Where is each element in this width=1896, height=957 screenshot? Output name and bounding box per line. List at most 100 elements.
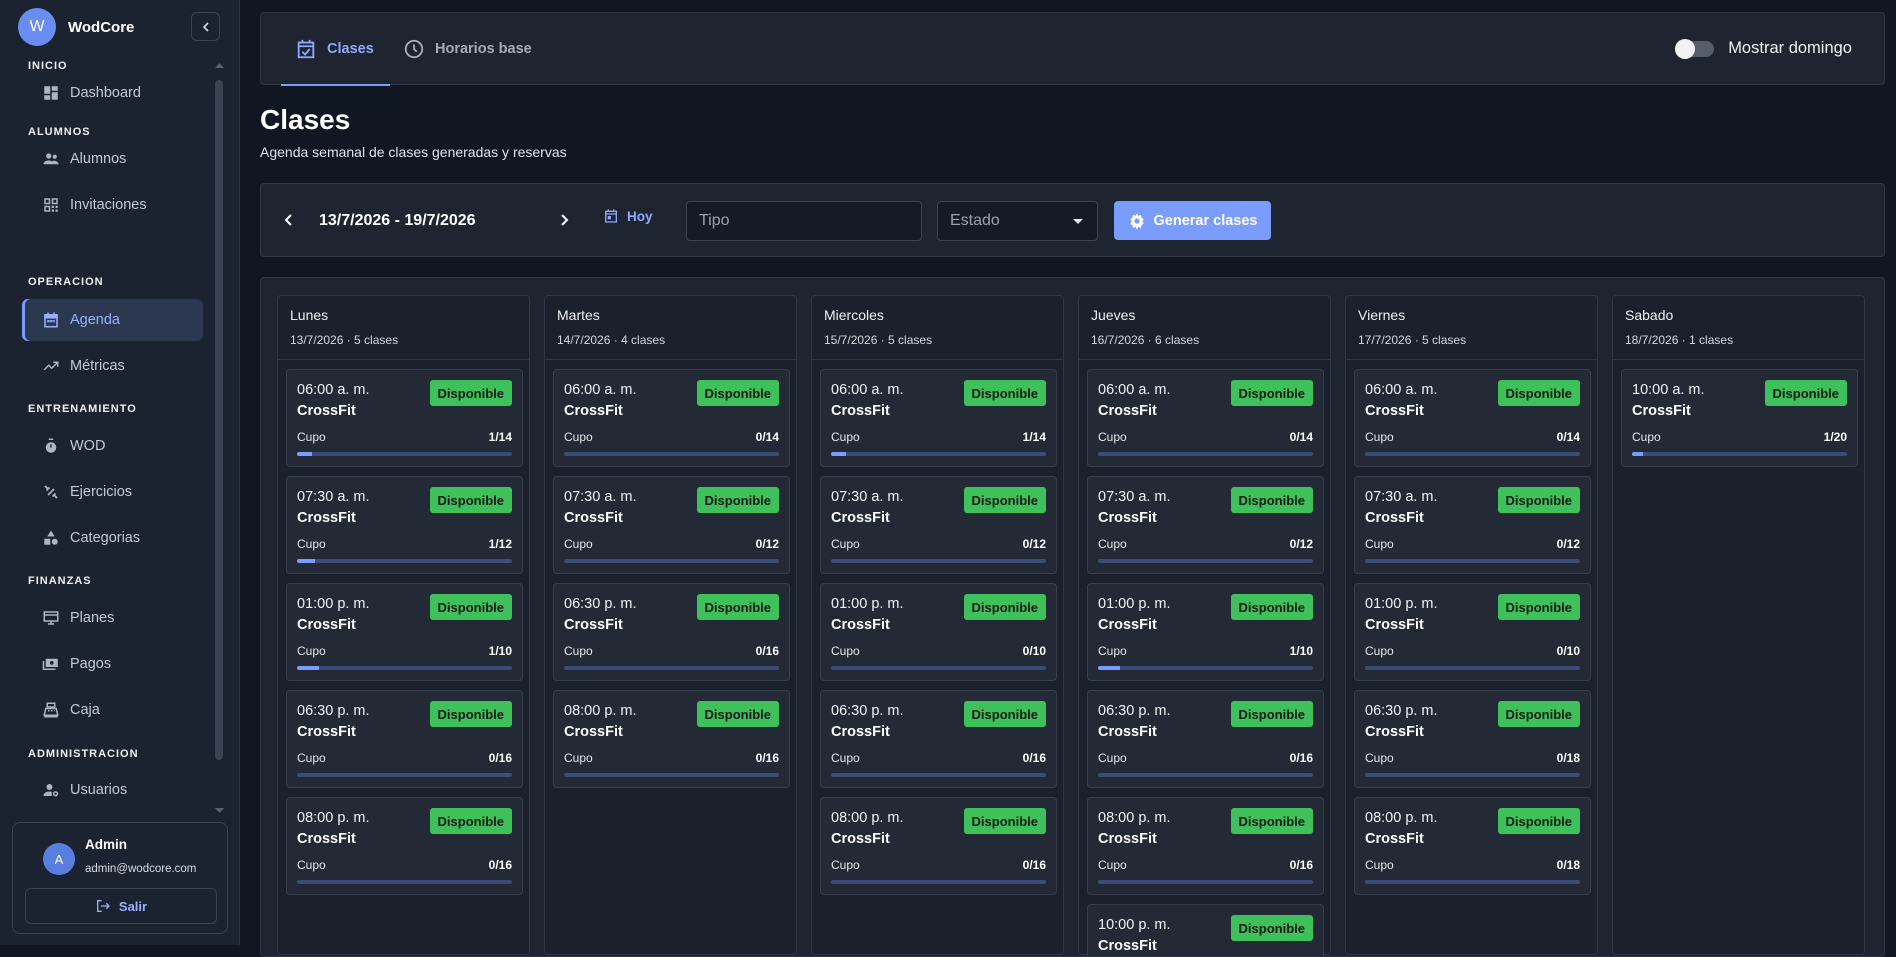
class-card[interactable]: 06:30 p. m. CrossFit Disponible Cupo 0/16: [553, 583, 790, 681]
day-meta: 18/7/2026 · 1 clases: [1625, 333, 1734, 347]
class-time: 08:00 p. m.: [831, 810, 904, 826]
class-type: CrossFit: [1098, 510, 1157, 526]
class-type: CrossFit: [1365, 617, 1424, 633]
class-card[interactable]: 10:00 p. m.CrossFitDisponibleCupo0/16: [1087, 904, 1324, 956]
class-type: CrossFit: [1632, 403, 1691, 419]
class-card[interactable]: 06:00 a. m. CrossFit Disponible Cupo 1/14: [286, 369, 523, 467]
class-card[interactable]: 07:30 a. m. CrossFit Disponible Cupo 1/12: [286, 476, 523, 574]
trending-up-icon: [43, 361, 59, 371]
sidebar-scroll-thumb[interactable]: [215, 80, 223, 760]
toggle-switch[interactable]: [1675, 38, 1715, 59]
sidebar-item-caja[interactable]: Caja: [22, 689, 203, 731]
cupo-label: Cupo: [1098, 430, 1127, 444]
sidebar-item-alumnos[interactable]: Alumnos: [22, 138, 203, 180]
class-card[interactable]: 01:00 p. m. CrossFit Disponible Cupo 1/10: [1087, 583, 1324, 681]
class-card[interactable]: 08:00 p. m. CrossFit Disponible Cupo 0/16: [286, 797, 523, 895]
sidebar-nav: INICIO Dashboard ALUMNOS Alumnos Invitac…: [0, 60, 212, 810]
sidebar-item-planes[interactable]: Planes: [22, 597, 203, 639]
class-time: 07:30 a. m.: [831, 489, 904, 505]
capacity-bar: [1098, 452, 1313, 456]
cupo-label: Cupo: [831, 537, 860, 551]
class-card[interactable]: 06:30 p. m. CrossFit Disponible Cupo 0/16: [1087, 690, 1324, 788]
day-column-jueves: Jueves 16/7/2026 · 6 clases 06:00 a. m. Cro…: [1078, 295, 1331, 956]
capacity-bar: [831, 666, 1046, 670]
show-sunday-toggle[interactable]: Mostrar domingo: [1675, 38, 1852, 59]
class-card[interactable]: 06:30 p. m. CrossFit Disponible Cupo 0/16: [286, 690, 523, 788]
sidebar-item-dashboard[interactable]: Dashboard: [22, 72, 203, 114]
user-name: Admin: [85, 837, 127, 852]
user-card: A Admin admin@wodcore.com Salir: [12, 822, 228, 934]
class-card[interactable]: 08:00 p. m. CrossFit Disponible Cupo 0/16: [820, 797, 1057, 895]
user-email: admin@wodcore.com: [85, 863, 197, 875]
calendar-today-icon: [605, 209, 617, 223]
brand-name: WodCore: [68, 18, 135, 36]
brand: W WodCore: [18, 8, 134, 46]
brand-avatar: W: [18, 8, 56, 46]
class-card[interactable]: 08:00 p. m. CrossFit Disponible Cupo 0/16: [1087, 797, 1324, 895]
class-card[interactable]: 10:00 a. m. CrossFit Disponible Cupo 1/20: [1621, 369, 1858, 467]
collapse-sidebar-button[interactable]: [191, 12, 220, 41]
cupo-value: 0/14: [1556, 430, 1580, 444]
class-card[interactable]: 06:30 p. m. CrossFit Disponible Cupo 0/16: [820, 690, 1057, 788]
class-card[interactable]: 01:00 p. m. CrossFit Disponible Cupo 1/10: [286, 583, 523, 681]
cupo-label: Cupo: [1098, 644, 1127, 658]
next-week-button[interactable]: [554, 210, 574, 230]
sidebar-item-pagos[interactable]: Pagos: [22, 643, 203, 685]
cupo-label: Cupo: [1365, 644, 1394, 658]
class-card[interactable]: 07:30 a. m. CrossFit Disponible Cupo 0/12: [820, 476, 1057, 574]
class-card[interactable]: 01:00 p. m. CrossFit Disponible Cupo 0/10: [820, 583, 1057, 681]
class-time: 06:00 a. m.: [1098, 382, 1171, 398]
status-badge: Disponible: [1230, 380, 1313, 406]
status-badge: Disponible: [696, 594, 779, 620]
cupo-value: 0/16: [1022, 858, 1046, 872]
sidebar-item-invitaciones[interactable]: Invitaciones: [22, 184, 203, 226]
status-badge: Disponible: [429, 701, 512, 727]
class-card[interactable]: 06:00 a. m. CrossFit Disponible Cupo 0/14: [1354, 369, 1591, 467]
class-type: CrossFit: [831, 831, 890, 847]
class-card[interactable]: 07:30 a. m. CrossFit Disponible Cupo 0/12: [553, 476, 790, 574]
capacity-bar-fill: [831, 452, 847, 456]
page-title: Clases: [260, 104, 351, 135]
day-meta: 16/7/2026 · 6 clases: [1091, 333, 1200, 347]
tab-clases[interactable]: Clases: [281, 13, 390, 86]
page-subtitle: Agenda semanal de clases generadas y res…: [260, 144, 567, 160]
class-card[interactable]: 06:00 a. m. CrossFit Disponible Cupo 1/14: [820, 369, 1057, 467]
sidebar-scrollbar[interactable]: [213, 62, 226, 814]
tab-horarios-base[interactable]: Horarios base: [403, 13, 532, 85]
class-card[interactable]: 01:00 p. m. CrossFit Disponible Cupo 0/10: [1354, 583, 1591, 681]
class-card[interactable]: 06:00 a. m. CrossFit Disponible Cupo 0/14: [553, 369, 790, 467]
capacity-bar: [1098, 773, 1313, 777]
prev-week-button[interactable]: [279, 210, 299, 230]
logout-button[interactable]: Salir: [25, 888, 217, 924]
sidebar-item-metricas[interactable]: Métricas: [22, 345, 203, 387]
sidebar-item-categorias[interactable]: Categorias: [22, 517, 203, 559]
today-button[interactable]: Hoy: [603, 208, 653, 224]
class-card[interactable]: 06:30 p. m. CrossFit Disponible Cupo 0/18: [1354, 690, 1591, 788]
class-time: 06:00 a. m.: [564, 382, 637, 398]
capacity-bar: [1098, 559, 1313, 563]
class-card[interactable]: 07:30 a. m. CrossFit Disponible Cupo 0/12: [1354, 476, 1591, 574]
capacity-bar: [564, 559, 779, 563]
sidebar-item-agenda[interactable]: Agenda: [22, 299, 203, 341]
sidebar: W WodCore INICIO Dashboard ALUMNOS Alumn…: [0, 0, 240, 945]
capacity-bar: [297, 880, 512, 884]
cupo-value: 0/18: [1556, 751, 1580, 765]
tipo-input[interactable]: [686, 201, 922, 241]
day-name: Jueves: [1091, 307, 1136, 323]
generate-classes-button[interactable]: Generar clases: [1114, 201, 1271, 240]
class-card[interactable]: 08:00 p. m. CrossFit Disponible Cupo 0/16: [553, 690, 790, 788]
class-card[interactable]: 07:30 a. m. CrossFit Disponible Cupo 0/12: [1087, 476, 1324, 574]
class-card[interactable]: 08:00 p. m. CrossFit Disponible Cupo 0/18: [1354, 797, 1591, 895]
class-time: 07:30 a. m.: [1365, 489, 1438, 505]
class-time: 06:30 p. m.: [1365, 703, 1438, 719]
sidebar-item-usuarios[interactable]: Usuarios: [22, 769, 203, 810]
capacity-bar: [297, 559, 512, 563]
sidebar-item-ejercicios[interactable]: Ejercicios: [22, 471, 203, 513]
day-header: Sabado 18/7/2026 · 1 clases: [1613, 296, 1864, 360]
estado-select[interactable]: Estado: [937, 201, 1098, 241]
class-card[interactable]: 06:00 a. m. CrossFit Disponible Cupo 0/14: [1087, 369, 1324, 467]
sidebar-item-wod[interactable]: WOD: [22, 425, 203, 467]
capacity-bar: [1365, 880, 1580, 884]
cupo-label: Cupo: [564, 430, 593, 444]
class-type: CrossFit: [1365, 724, 1424, 740]
